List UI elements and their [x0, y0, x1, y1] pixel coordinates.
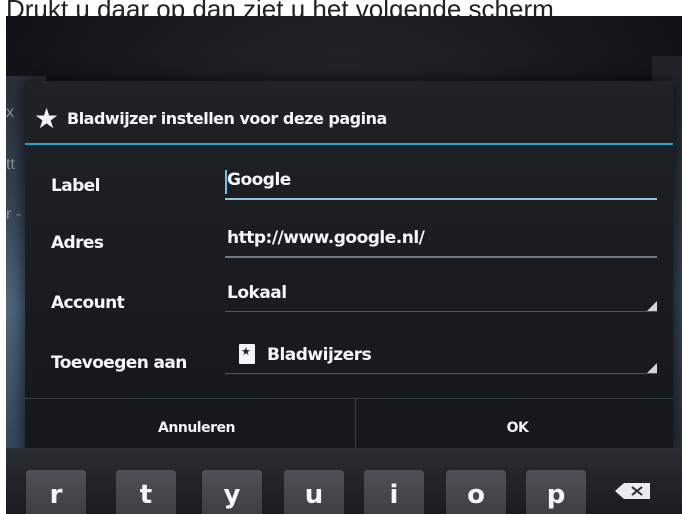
key-o[interactable]: o — [446, 470, 506, 514]
address-input[interactable]: http://www.google.nl/ — [225, 226, 657, 258]
tablet-screen: x tt r - ★ Bladwijzer instellen voor dez… — [6, 16, 682, 514]
key-y[interactable]: y — [202, 470, 262, 514]
label-field-label: Label — [51, 176, 100, 196]
bookmark-dialog: ★ Bladwijzer instellen voor deze pagina … — [25, 81, 673, 456]
key-u[interactable]: u — [284, 470, 344, 514]
label-input-value: Google — [227, 170, 291, 190]
dialog-title: Bladwijzer instellen voor deze pagina — [67, 109, 387, 128]
label-input[interactable]: Google — [225, 168, 657, 200]
background-text: r - — [6, 206, 22, 223]
account-select[interactable]: Lokaal — [225, 281, 657, 312]
bookmark-icon — [239, 344, 255, 364]
dropdown-corner-icon — [647, 363, 657, 373]
dialog-title-bar: ★ Bladwijzer instellen voor deze pagina — [25, 81, 673, 145]
add-to-field-label: Toevoegen aan — [51, 353, 187, 373]
star-icon: ★ — [34, 103, 60, 134]
key-i[interactable]: i — [364, 470, 424, 514]
key-t[interactable]: t — [116, 470, 176, 514]
backspace-icon[interactable] — [614, 482, 652, 500]
dropdown-corner-icon — [647, 301, 657, 311]
address-input-value: http://www.google.nl/ — [227, 228, 425, 248]
background-text: x — [6, 104, 14, 121]
account-field-label: Account — [51, 293, 125, 313]
key-p[interactable]: p — [526, 470, 586, 514]
add-to-select[interactable]: Bladwijzers — [225, 343, 657, 374]
on-screen-keyboard: r t y u i o p — [6, 448, 682, 514]
add-to-select-value: Bladwijzers — [267, 345, 372, 365]
key-r[interactable]: r — [26, 470, 86, 514]
address-field-label: Adres — [51, 233, 104, 253]
account-select-value: Lokaal — [227, 283, 287, 303]
background-text: tt — [6, 156, 15, 173]
